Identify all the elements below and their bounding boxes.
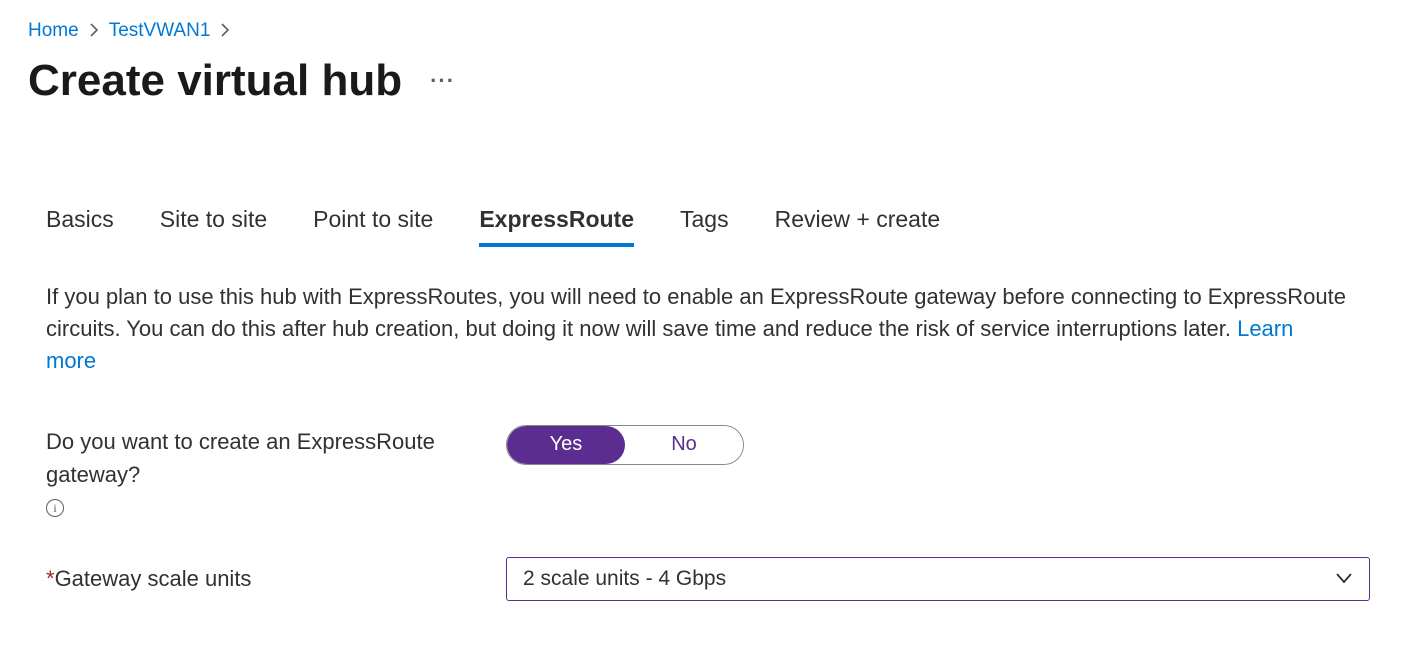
breadcrumb: Home TestVWAN1	[28, 20, 1385, 42]
breadcrumb-vwan[interactable]: TestVWAN1	[109, 20, 211, 42]
tab-point-to-site[interactable]: Point to site	[313, 206, 433, 247]
more-button[interactable]: ···	[430, 68, 455, 94]
tabs: Basics Site to site Point to site Expres…	[28, 206, 1385, 247]
chevron-right-icon	[220, 21, 230, 42]
form-row-scale-units: *Gateway scale units 2 scale units - 4 G…	[46, 557, 1385, 601]
scale-units-label: *Gateway scale units	[46, 562, 506, 595]
tab-site-to-site[interactable]: Site to site	[160, 206, 267, 247]
description-text: If you plan to use this hub with Express…	[46, 284, 1346, 341]
toggle-no[interactable]: No	[625, 426, 743, 464]
breadcrumb-home[interactable]: Home	[28, 20, 79, 42]
page-title: Create virtual hub	[28, 56, 402, 106]
form-row-create-gateway: Do you want to create an ExpressRoute ga…	[46, 425, 1385, 517]
chevron-down-icon	[1335, 568, 1353, 589]
tab-tags[interactable]: Tags	[680, 206, 729, 247]
tab-basics[interactable]: Basics	[46, 206, 114, 247]
scale-units-value: 2 scale units - 4 Gbps	[523, 567, 726, 591]
create-gateway-label: Do you want to create an ExpressRoute ga…	[46, 425, 506, 517]
toggle-yes[interactable]: Yes	[507, 426, 625, 464]
title-row: Create virtual hub ···	[28, 56, 1385, 106]
chevron-right-icon	[89, 21, 99, 42]
tab-description: If you plan to use this hub with Express…	[46, 281, 1346, 377]
tab-expressroute[interactable]: ExpressRoute	[479, 206, 634, 247]
tab-review-create[interactable]: Review + create	[775, 206, 941, 247]
info-icon[interactable]: i	[46, 499, 64, 517]
scale-units-select[interactable]: 2 scale units - 4 Gbps	[506, 557, 1370, 601]
create-gateway-toggle[interactable]: Yes No	[506, 425, 744, 465]
